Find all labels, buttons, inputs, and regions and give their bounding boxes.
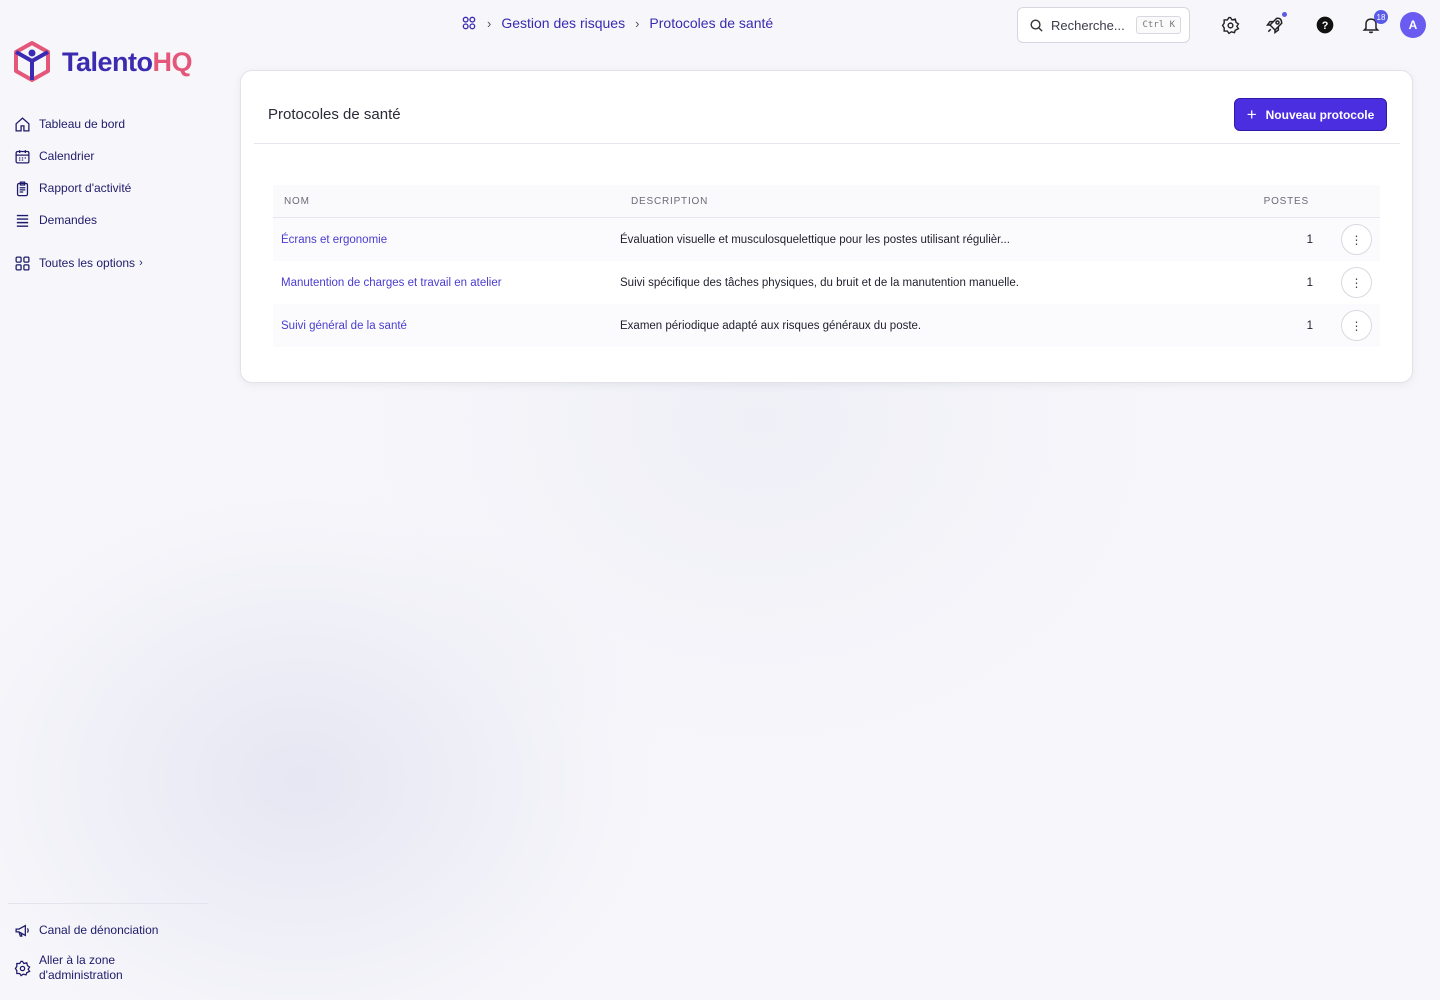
row-menu-button[interactable]: ⋮ [1341,267,1372,298]
new-protocol-label: Nouveau protocole [1265,107,1375,122]
protocol-name-link[interactable]: Suivi général de la santé [273,320,620,332]
more-vertical-icon: ⋮ [1350,318,1363,333]
sidebar-item-admin-zone[interactable]: Aller à la zone d'administration [14,946,204,990]
page-title: Protocoles de santé [268,106,401,123]
column-header-description[interactable]: DESCRIPTION [620,196,1206,207]
report-icon [16,180,29,196]
chevron-right-icon: › [635,15,640,31]
protocol-description: Évaluation visuelle et musculosquelettiq… [620,233,1010,246]
sidebar-item-label: Rapport d'activité [39,181,132,195]
protocols-table: NOM DESCRIPTION POSTES Écrans et ergonom… [273,185,1380,347]
brand-name: TalentoHQ [62,46,192,77]
table-row[interactable]: Suivi général de la santé Examen périodi… [273,304,1380,347]
protocol-postes-count: 1 [1306,276,1313,289]
search-icon [1030,19,1043,32]
table-row[interactable]: Manutention de charges et travail en ate… [273,261,1380,304]
divider [254,143,1400,144]
sidebar-divider [8,903,208,904]
brand-logo[interactable]: TalentoHQ [12,40,192,84]
sidebar-item-requests[interactable]: Demandes [14,204,204,236]
sidebar-item-label: Calendrier [39,149,95,163]
settings-button[interactable] [1218,13,1242,37]
sidebar-item-label: Tableau de bord [39,117,126,131]
sidebar-item-label: Aller à la zone d'administration [39,953,123,982]
sidebar-item-label: Toutes les options [39,256,136,270]
megaphone-icon [15,923,29,937]
sidebar-item-label: Demandes [39,213,98,227]
notifications-badge: 18 [1374,10,1388,24]
gear-icon [14,960,31,976]
table-header: NOM DESCRIPTION POSTES [273,185,1380,218]
protocol-postes-count: 1 [1306,319,1313,332]
protocol-postes-count: 1 [1306,233,1313,246]
protocol-description: Examen périodique adapté aux risques gén… [620,319,922,332]
sidebar-item-whistleblowing[interactable]: Canal de dénonciation [14,914,204,946]
gear-icon [1221,16,1239,34]
row-actions: ⋮ [1313,310,1379,341]
sidebar-item-label: Canal de dénonciation [39,923,159,937]
home-icon [15,116,30,132]
search-input[interactable]: Recherche... Ctrl K [1017,7,1190,43]
plus-icon: + [1246,105,1257,124]
svg-text:?: ? [1322,20,1329,32]
row-actions: ⋮ [1313,224,1379,255]
grid-icon [15,255,30,271]
help-icon: ? [1316,16,1334,34]
column-header-postes[interactable]: POSTES [1206,196,1378,207]
protocol-name-link[interactable]: Écrans et ergonomie [273,234,620,246]
sidebar: TalentoHQ Tableau de bord Calendrier Rap… [0,0,210,1000]
breadcrumb-current: Protocoles de santé [649,15,774,31]
rocket-icon [1266,17,1283,34]
protocol-name-link[interactable]: Manutention de charges et travail en ate… [273,277,620,289]
row-menu-button[interactable]: ⋮ [1341,224,1372,255]
calendar-icon [15,149,30,164]
table-row[interactable]: Écrans et ergonomie Évaluation visuelle … [273,218,1380,261]
apps-grid-icon[interactable] [461,15,477,31]
list-icon [16,214,29,227]
sidebar-item-dashboard[interactable]: Tableau de bord [14,108,204,140]
search-placeholder: Recherche... [1051,17,1125,33]
protocols-card: Protocoles de santé + Nouveau protocole … [240,70,1413,383]
sidebar-bottom-nav: Canal de dénonciation Aller à la zone d'… [14,914,204,990]
sidebar-item-all-options[interactable]: Toutes les options › [14,247,204,279]
rocket-indicator-dot [1282,12,1287,17]
sidebar-nav: Tableau de bord Calendrier Rapport d'act… [14,108,204,279]
help-button[interactable]: ? [1313,13,1337,37]
chevron-right-icon: › [139,257,143,269]
more-vertical-icon: ⋮ [1350,232,1363,247]
breadcrumb: › Gestion des risques › Protocoles de sa… [461,15,773,31]
sidebar-item-calendar[interactable]: Calendrier [14,140,204,172]
search-shortcut: Ctrl K [1136,16,1181,34]
new-protocol-button[interactable]: + Nouveau protocole [1234,98,1387,131]
sidebar-item-activity-report[interactable]: Rapport d'activité [14,172,204,204]
avatar[interactable]: A [1400,12,1426,38]
breadcrumb-section[interactable]: Gestion des risques [501,15,625,31]
chevron-right-icon: › [487,15,492,31]
protocol-description: Suivi spécifique des tâches physiques, d… [620,276,1019,289]
logo-cube-icon [14,41,50,82]
more-vertical-icon: ⋮ [1350,275,1363,290]
row-actions: ⋮ [1313,267,1379,298]
column-header-name[interactable]: NOM [273,196,620,207]
row-menu-button[interactable]: ⋮ [1341,310,1372,341]
